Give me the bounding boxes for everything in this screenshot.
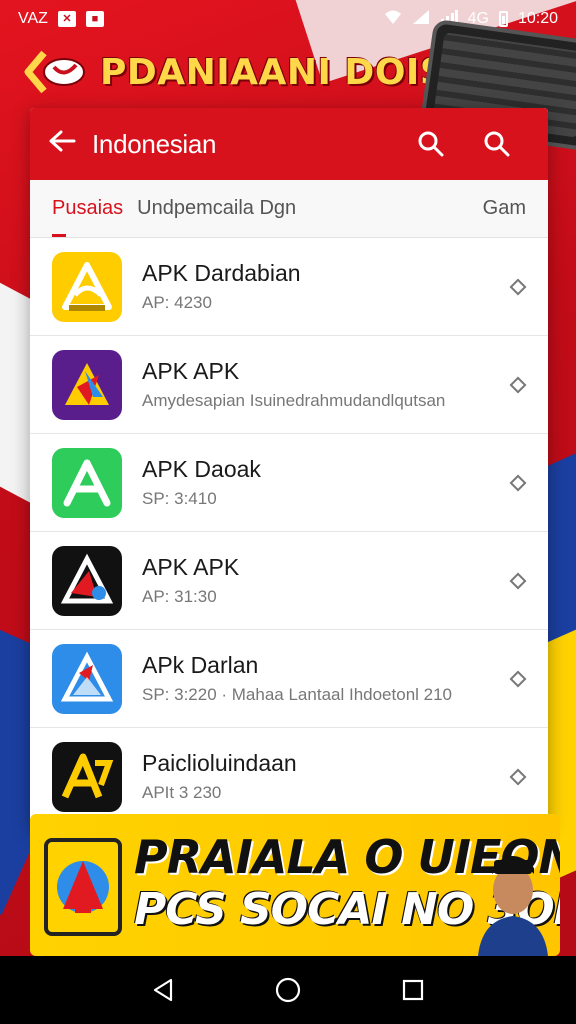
item-subtitle: SP: 3:220 · Mahaa Lantaal Ihdoetonl 210 [142, 685, 453, 705]
battery-icon [498, 11, 508, 27]
item-subtitle: SP: 3:410 [142, 489, 217, 509]
page-title: Indonesian [92, 128, 217, 159]
person-avatar-icon [474, 836, 552, 956]
banner-title: PDANIAANI DOISH [100, 51, 477, 93]
status-text: VAZ [18, 10, 48, 27]
clock: 10:20 [517, 10, 558, 27]
banner: PDANIAANI DOISH [24, 40, 476, 104]
wifi-icon [384, 9, 402, 30]
list-item[interactable]: APK APK Amydesapian Isuinedrahmudandlqut… [30, 336, 548, 434]
app-window: Indonesian Pusaias Undpemcaila Dgn Gam A… [30, 108, 548, 828]
list-item[interactable]: APk Darlan SP: 3:220 · Mahaa Lantaal Ihd… [30, 630, 548, 728]
notification-icon: ■ [85, 11, 104, 27]
item-title: APK APK [142, 553, 240, 580]
list-item[interactable]: APK Dardabian AP: 4230 [30, 238, 548, 336]
item-subtitle: APIt 3 230 [142, 783, 222, 803]
status-left: VAZ ✕ ■ [18, 10, 104, 28]
list-item[interactable]: Paiclioluindaan APIt 3 230 [30, 728, 548, 826]
tab-gam[interactable]: Gam [483, 197, 526, 220]
item-text: Paiclioluindaan APIt 3 230 [142, 750, 512, 804]
app-icon [52, 251, 122, 322]
item-text: APK APK Amydesapian Isuinedrahmudandlqut… [142, 358, 512, 412]
list-item[interactable]: APK Daoak SP: 3:410 [30, 434, 548, 532]
tab-indicator [52, 234, 66, 237]
app-icon [52, 447, 122, 518]
app-bar: Indonesian [30, 108, 548, 180]
list-item[interactable]: APK APK AP: 31:30 [30, 532, 548, 630]
search-icon [418, 131, 444, 157]
app-icon [52, 741, 122, 812]
item-subtitle: Amydesapian Isuinedrahmudandlqutsan [142, 391, 446, 411]
item-text: APk Darlan SP: 3:220 · Mahaa Lantaal Ihd… [142, 652, 512, 706]
nav-back-button[interactable] [143, 970, 183, 1010]
square-recents-icon [403, 979, 424, 1001]
chevron-icon [509, 768, 527, 785]
circle-home-icon [275, 977, 301, 1003]
back-button[interactable] [48, 129, 92, 159]
chevron-icon [509, 376, 527, 393]
item-subtitle: AP: 4230 [142, 293, 212, 313]
search-icon [484, 131, 510, 157]
search-button-2[interactable] [464, 122, 530, 166]
promo-banner[interactable]: PRAIALA O UIEONAGIE PCS SOCAI NO 3ON [30, 814, 560, 956]
arrow-left-icon [49, 130, 76, 152]
item-title: APK Daoak [142, 455, 261, 482]
item-title: Paiclioluindaan [142, 749, 297, 776]
nav-home-button[interactable] [268, 970, 308, 1010]
item-text: APK Dardabian AP: 4230 [142, 260, 512, 314]
search-button[interactable] [398, 122, 464, 166]
chevron-icon [509, 278, 527, 295]
tab-undpemcaila[interactable]: Undpemcaila Dgn [137, 197, 483, 220]
tab-pusaias[interactable]: Pusaias [52, 197, 123, 220]
promo-logo-icon [44, 838, 122, 936]
item-text: APK APK AP: 31:30 [142, 554, 512, 608]
signal-icon [412, 9, 430, 30]
app-icon [52, 545, 122, 616]
item-subtitle: AP: 31:30 [142, 587, 217, 607]
triangle-back-icon [153, 978, 172, 1002]
app-list: APK Dardabian AP: 4230 APK APK Amydesapi… [30, 238, 548, 826]
app-icon [52, 349, 122, 420]
item-title: APK Dardabian [142, 259, 301, 286]
chevron-icon [509, 572, 527, 589]
item-title: APK APK [142, 357, 240, 384]
chevron-icon [509, 474, 527, 491]
app-icon [52, 643, 122, 714]
tab-bar: Pusaias Undpemcaila Dgn Gam [30, 180, 548, 238]
item-title: APk Darlan [142, 651, 259, 678]
nav-recents-button[interactable] [393, 970, 433, 1010]
notification-icon: ✕ [57, 11, 76, 27]
brand-logo-icon [24, 47, 88, 97]
item-text: APK Daoak SP: 3:410 [142, 456, 512, 510]
navigation-bar [0, 956, 576, 1024]
chevron-icon [509, 670, 527, 687]
